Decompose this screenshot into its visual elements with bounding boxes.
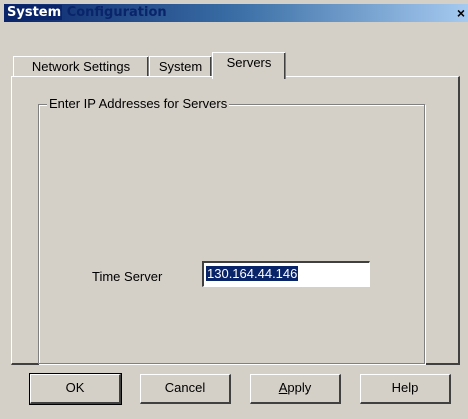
cancel-label: Cancel xyxy=(164,380,206,395)
apply-label: Apply xyxy=(278,380,312,395)
server-addresses-groupbox: Enter IP Addresses for Servers Time Serv… xyxy=(38,96,425,364)
tab-label: Network Settings xyxy=(31,59,131,74)
ok-button[interactable]: OK xyxy=(29,373,122,405)
servers-tab-panel: Enter IP Addresses for Servers Time Serv… xyxy=(11,76,460,365)
help-button[interactable]: Help xyxy=(360,374,451,404)
time-server-value: 130.164.44.146 xyxy=(206,266,299,281)
tab-servers[interactable]: Servers xyxy=(212,52,286,79)
close-icon[interactable]: × xyxy=(454,4,468,22)
cancel-button[interactable]: Cancel xyxy=(140,374,231,404)
help-label: Help xyxy=(391,380,419,395)
apply-button[interactable]: Apply xyxy=(250,374,341,404)
tab-label: Servers xyxy=(226,55,272,70)
system-configuration-dialog: System Configuration × Network Settings … xyxy=(0,0,468,419)
time-server-label: Time Server xyxy=(92,269,163,284)
window-title: System Configuration xyxy=(6,5,167,20)
tab-label: System xyxy=(158,59,203,74)
groupbox-title: Enter IP Addresses for Servers xyxy=(47,96,230,112)
title-bar[interactable]: System Configuration × xyxy=(4,4,468,22)
time-server-input[interactable]: 130.164.44.146 xyxy=(202,261,370,287)
ok-label: OK xyxy=(65,380,85,395)
